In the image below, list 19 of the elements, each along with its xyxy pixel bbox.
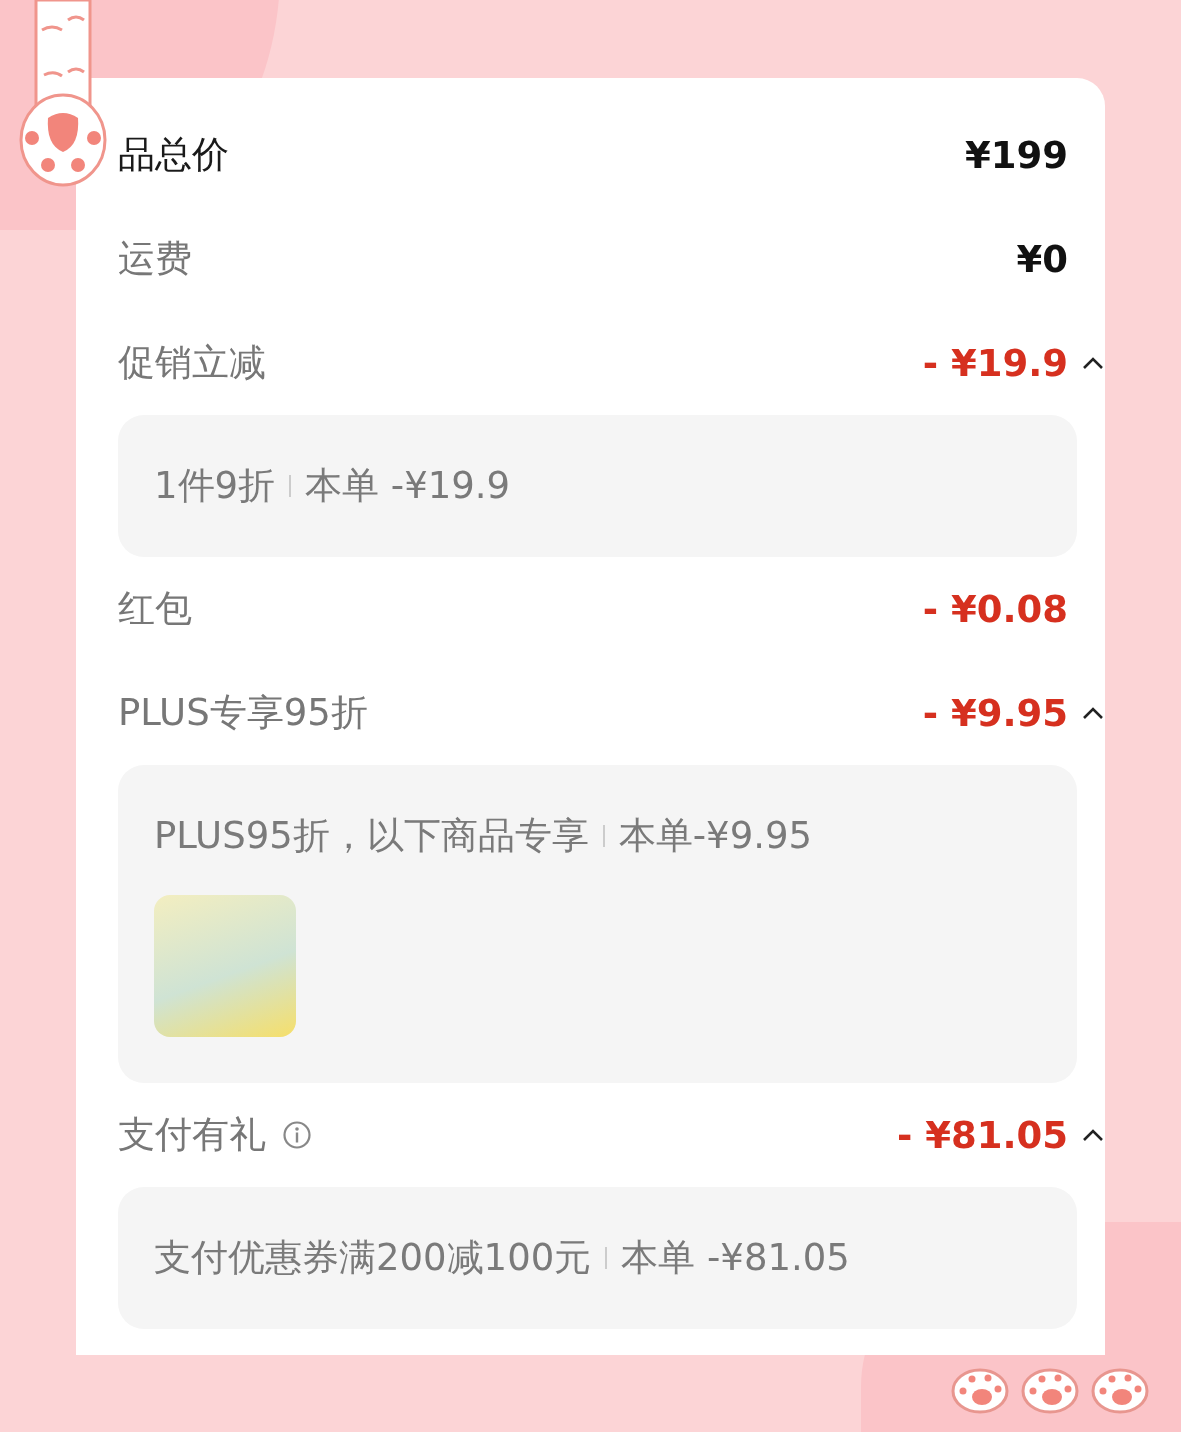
amount: - ¥81.05 (896, 1113, 1068, 1157)
row-label: PLUS专享95折 (118, 690, 368, 736)
offer-text: 1件9折 (154, 463, 276, 509)
offer-saving: 本单 -¥81.05 (621, 1235, 850, 1281)
amount: - ¥9.95 (922, 691, 1068, 735)
amount: - ¥0.08 (922, 587, 1068, 631)
row-label: 运费 (118, 236, 192, 282)
row-label: 红包 (118, 586, 192, 632)
row-label: 支付有礼 (118, 1112, 266, 1158)
amount: - ¥19.9 (922, 341, 1068, 385)
offer-saving: 本单 -¥19.9 (305, 463, 511, 509)
offer-text: PLUS95折，以下商品专享 (154, 813, 589, 859)
row-label: 促销立减 (118, 340, 266, 386)
row-label: 品总价 (118, 132, 229, 178)
offer-saving: 本单-¥9.95 (618, 813, 812, 859)
amount: ¥0 (1016, 237, 1068, 281)
amount: ¥199 (965, 133, 1068, 177)
offer-text: 支付优惠券满200减100元 (154, 1235, 592, 1281)
info-icon[interactable] (282, 1120, 312, 1150)
